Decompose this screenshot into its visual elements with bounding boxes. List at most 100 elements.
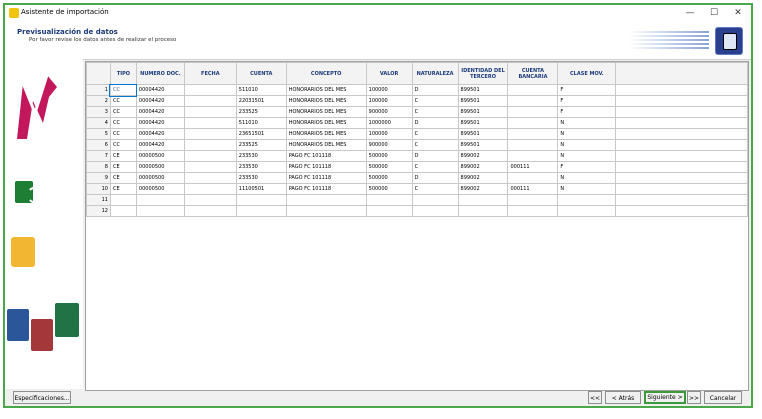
row-number[interactable]: 9 — [86, 172, 111, 184]
table-cell[interactable]: 00004420 — [135, 106, 185, 118]
table-cell[interactable] — [183, 84, 237, 96]
close-button[interactable]: ✕ — [727, 7, 749, 19]
table-cell[interactable] — [109, 205, 137, 217]
table-cell[interactable] — [285, 205, 367, 217]
column-header[interactable]: CONCEPTO — [285, 62, 367, 85]
table-cell[interactable]: 511010 — [235, 117, 287, 129]
table-cell[interactable]: 00000500 — [135, 150, 185, 162]
table-cell[interactable] — [235, 205, 287, 217]
table-cell[interactable] — [183, 95, 237, 107]
table-cell[interactable]: 500000 — [365, 183, 413, 195]
table-cell[interactable] — [183, 183, 237, 195]
row-number[interactable]: 2 — [86, 95, 111, 107]
table-cell[interactable]: PAGO FC 101118 — [285, 161, 367, 173]
table-cell[interactable]: 1000000 — [365, 117, 413, 129]
table-cell[interactable]: CC — [109, 139, 137, 151]
row-number[interactable]: 5 — [86, 128, 111, 140]
table-cell[interactable]: D — [411, 117, 459, 129]
especificaciones-button[interactable]: Especificaciones... — [13, 391, 71, 404]
row-number[interactable]: 12 — [86, 205, 111, 217]
table-cell[interactable]: 233525 — [235, 106, 287, 118]
table-cell[interactable] — [135, 205, 185, 217]
table-cell[interactable]: 00000500 — [135, 161, 185, 173]
column-header[interactable]: VALOR — [365, 62, 413, 85]
row-number[interactable]: 11 — [86, 194, 111, 206]
table-cell[interactable]: HONORARIOS DEL MES — [285, 84, 367, 96]
table-cell[interactable] — [557, 205, 617, 217]
row-number[interactable]: 6 — [86, 139, 111, 151]
table-cell[interactable] — [285, 194, 367, 206]
table-cell[interactable]: PAGO FC 101118 — [285, 172, 367, 184]
column-header[interactable]: FECHA — [183, 62, 237, 85]
table-cell[interactable] — [457, 205, 509, 217]
table-cell[interactable]: C — [411, 128, 459, 140]
table-cell[interactable]: C — [411, 139, 459, 151]
table-cell[interactable]: D — [411, 150, 459, 162]
table-cell[interactable] — [507, 128, 559, 140]
table-cell[interactable]: 233530 — [235, 150, 287, 162]
table-cell[interactable] — [557, 194, 617, 206]
table-cell[interactable]: 00004420 — [135, 95, 185, 107]
column-header[interactable]: CUENTA BANCARIA — [507, 62, 559, 85]
table-cell[interactable]: 00004420 — [135, 128, 185, 140]
table-cell[interactable]: CC — [109, 128, 137, 140]
table-cell[interactable]: 899501 — [457, 128, 509, 140]
table-cell[interactable]: 899501 — [457, 84, 509, 96]
table-cell[interactable]: N — [557, 150, 617, 162]
table-cell[interactable]: 500000 — [365, 161, 413, 173]
table-cell[interactable]: CE — [109, 161, 137, 173]
table-cell[interactable]: 511010 — [235, 84, 287, 96]
table-cell[interactable]: HONORARIOS DEL MES — [285, 106, 367, 118]
back-button[interactable]: < Atrás — [605, 391, 641, 404]
table-cell[interactable]: F — [557, 161, 617, 173]
preview-grid[interactable]: TIPO NUMERO DOC. FECHA CUENTA CONCEPTO VALOR N… — [85, 61, 749, 391]
table-cell[interactable]: 899501 — [457, 106, 509, 118]
row-number[interactable]: 4 — [86, 117, 111, 129]
table-cell[interactable]: F — [557, 95, 617, 107]
table-cell[interactable]: CE — [109, 172, 137, 184]
table-cell[interactable] — [365, 194, 413, 206]
table-cell[interactable] — [507, 139, 559, 151]
table-cell[interactable]: 100000 — [365, 128, 413, 140]
table-cell[interactable]: 899501 — [457, 117, 509, 129]
table-cell[interactable]: 899501 — [457, 139, 509, 151]
table-cell[interactable] — [507, 84, 559, 96]
table-cell[interactable]: 233530 — [235, 172, 287, 184]
table-cell[interactable]: F — [557, 106, 617, 118]
table-cell[interactable] — [507, 106, 559, 118]
table-cell[interactable] — [507, 172, 559, 184]
table-cell[interactable] — [411, 194, 459, 206]
next-button[interactable]: Siguiente > — [644, 391, 686, 404]
table-cell[interactable]: 000111 — [507, 161, 559, 173]
table-cell[interactable] — [183, 194, 237, 206]
table-cell[interactable] — [183, 161, 237, 173]
table-cell[interactable]: 899002 — [457, 161, 509, 173]
table-cell[interactable]: 00000500 — [135, 172, 185, 184]
table-cell[interactable] — [183, 172, 237, 184]
table-cell[interactable]: D — [411, 172, 459, 184]
table-cell[interactable]: CC — [109, 117, 137, 129]
table-cell[interactable]: PAGO FC 101118 — [285, 150, 367, 162]
table-cell[interactable]: N — [557, 139, 617, 151]
table-cell[interactable] — [507, 117, 559, 129]
table-cell[interactable]: 22031501 — [235, 95, 287, 107]
table-cell[interactable]: 100000 — [365, 84, 413, 96]
table-cell[interactable]: C — [411, 95, 459, 107]
table-cell[interactable] — [183, 139, 237, 151]
table-cell[interactable]: 899002 — [457, 172, 509, 184]
table-cell[interactable]: 00000500 — [135, 183, 185, 195]
column-header[interactable]: TIPO — [109, 62, 137, 85]
row-number[interactable]: 7 — [86, 150, 111, 162]
table-cell[interactable]: C — [411, 161, 459, 173]
table-cell[interactable] — [411, 205, 459, 217]
table-cell[interactable]: C — [411, 106, 459, 118]
table-cell[interactable]: CC — [109, 95, 137, 107]
first-page-button[interactable]: << — [588, 391, 602, 404]
table-cell[interactable] — [235, 194, 287, 206]
cancel-button[interactable]: Cancelar — [704, 391, 742, 404]
row-number[interactable]: 1 — [86, 84, 111, 96]
column-header[interactable]: NUMERO DOC. — [135, 62, 185, 85]
table-cell[interactable]: CE — [109, 183, 137, 195]
table-cell[interactable]: N — [557, 172, 617, 184]
table-cell[interactable]: 899002 — [457, 150, 509, 162]
